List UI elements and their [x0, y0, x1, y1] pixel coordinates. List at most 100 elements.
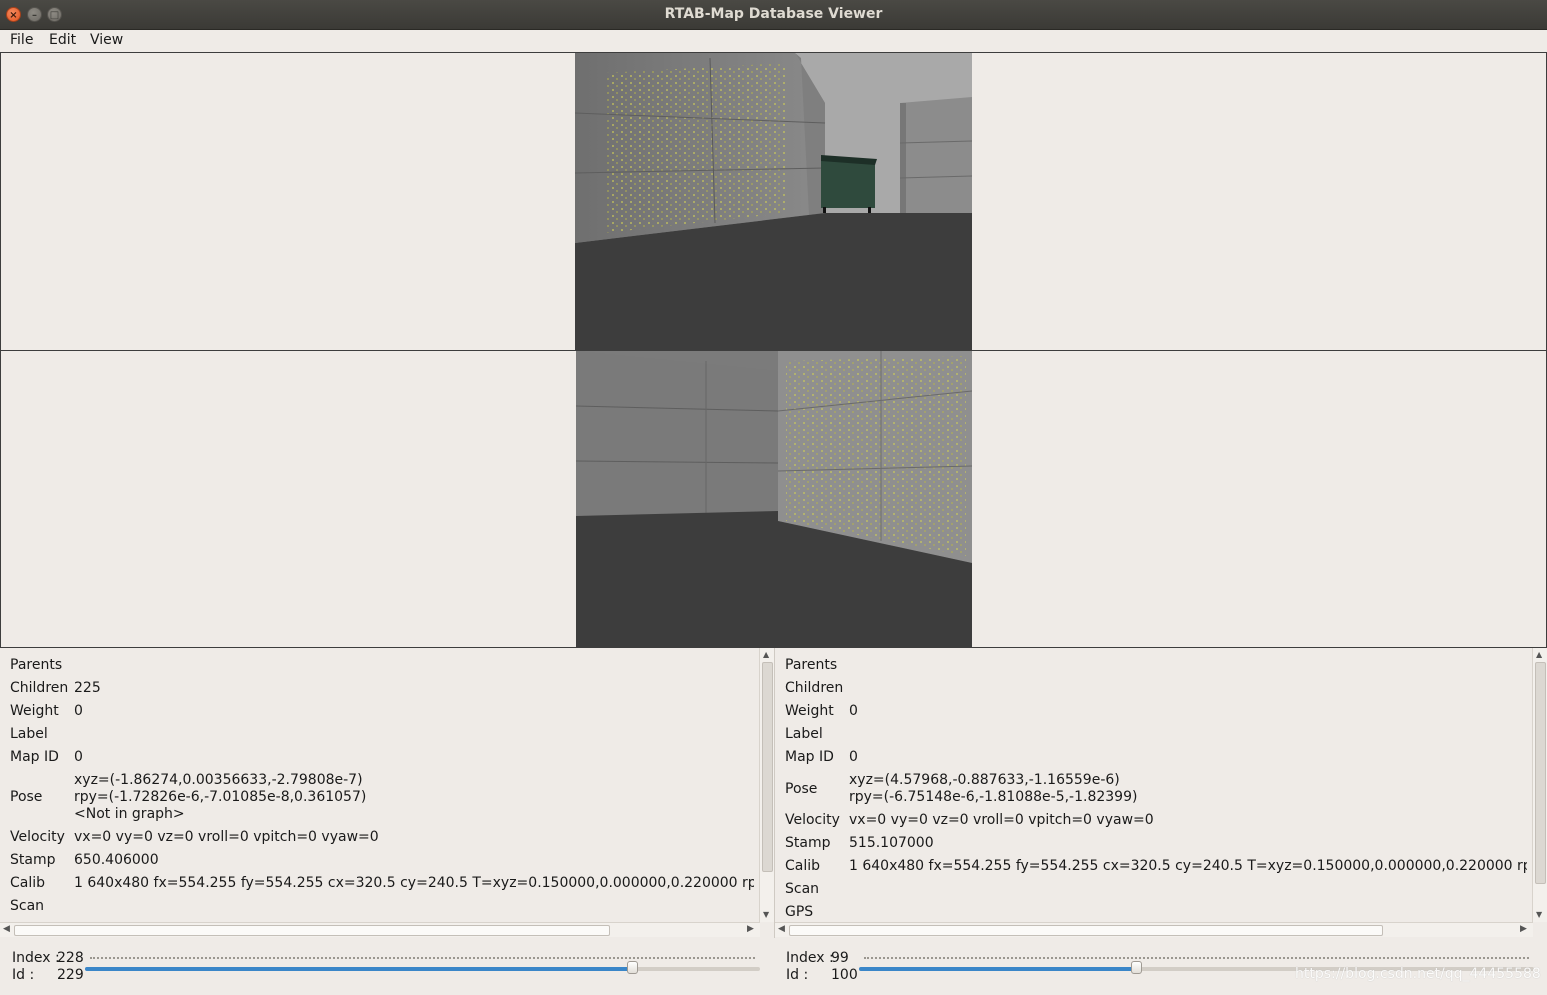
menu-view[interactable]: View [90, 32, 123, 48]
id-label: Id : [12, 967, 35, 983]
id-value: 100 [831, 967, 858, 983]
scroll-right-arrow-icon[interactable]: ▶ [1520, 924, 1527, 934]
right-image-view[interactable] [0, 350, 1547, 648]
field-label: Calib [785, 858, 821, 874]
field-label: Velocity [10, 829, 65, 845]
slider-tick-marks [864, 957, 1529, 962]
field-label: Stamp [785, 835, 831, 851]
field-value: 650.406000 [74, 852, 159, 868]
slider-fill [859, 967, 1136, 971]
field-label: Weight [785, 703, 834, 719]
id-value: 229 [57, 967, 84, 983]
field-label: Pose [10, 789, 43, 805]
field-value: 515.107000 [849, 835, 934, 851]
field-value: 0 [74, 703, 83, 719]
field-value: 225 [74, 680, 101, 696]
left-info-vertical-scrollbar[interactable]: ▲ ▼ [759, 648, 774, 922]
index-value: 228 [57, 950, 84, 966]
field-label: Label [785, 726, 823, 742]
info-row-label: Label [10, 726, 754, 749]
field-label: Map ID [10, 749, 59, 765]
index-label: Index : [786, 950, 834, 966]
info-row-children: Children [785, 680, 1527, 703]
window-title: RTAB-Map Database Viewer [664, 6, 883, 22]
info-row-weight: Weight 0 [10, 703, 754, 726]
left-image-view[interactable] [0, 52, 1547, 351]
pose-xyz: xyz=(-1.86274,0.00356633,-2.79808e-7) [74, 772, 363, 788]
info-row-stamp: Stamp 515.107000 [785, 835, 1527, 858]
info-row-pose: Pose xyz=(4.57968,-0.887633,-1.16559e-6)… [785, 772, 1527, 812]
slider-fill [85, 967, 632, 971]
info-row-scan: Scan [785, 881, 1527, 904]
info-row-parents: Parents [785, 657, 1527, 680]
field-label: Stamp [10, 852, 56, 868]
info-row-map-id: Map ID 0 [10, 749, 754, 772]
menu-bar: File Edit View [0, 30, 1547, 52]
field-label: Velocity [785, 812, 840, 828]
field-label: Map ID [785, 749, 834, 765]
dumpster-object [821, 155, 877, 213]
info-row-children: Children 225 [10, 680, 754, 703]
menu-file[interactable]: File [10, 32, 33, 48]
field-label: Weight [10, 703, 59, 719]
field-value: vx=0 vy=0 vz=0 vroll=0 vpitch=0 vyaw=0 [74, 829, 379, 845]
field-label: Calib [10, 875, 46, 891]
field-label: Children [785, 680, 844, 696]
menu-edit[interactable]: Edit [49, 32, 76, 48]
field-value: vx=0 vy=0 vz=0 vroll=0 vpitch=0 vyaw=0 [849, 812, 1154, 828]
slider-tick-marks [90, 957, 755, 962]
slider-handle[interactable] [626, 961, 638, 974]
scroll-left-arrow-icon[interactable]: ◀ [778, 924, 785, 934]
info-row-scan: Scan [10, 898, 754, 921]
field-label: Parents [10, 657, 63, 673]
scroll-down-arrow-icon[interactable]: ▼ [1536, 910, 1542, 919]
info-row-pose: Pose xyz=(-1.86274,0.00356633,-2.79808e-… [10, 772, 754, 829]
right-info-horizontal-scrollbar[interactable]: ◀ ▶ [775, 922, 1533, 937]
right-info-vertical-scrollbar[interactable]: ▲ ▼ [1532, 648, 1547, 922]
left-node-slider-area: Index : 228 Id : 229 [0, 938, 774, 995]
title-bar: × – □ RTAB-Map Database Viewer [0, 0, 1547, 30]
info-row-weight: Weight 0 [785, 703, 1527, 726]
scroll-down-arrow-icon[interactable]: ▼ [763, 910, 769, 919]
left-info-horizontal-scrollbar[interactable]: ◀ ▶ [0, 922, 760, 937]
pose-graph-status: <Not in graph> [74, 806, 185, 822]
scrollbar-thumb[interactable] [789, 925, 1383, 936]
info-row-velocity: Velocity vx=0 vy=0 vz=0 vroll=0 vpitch=0 … [785, 812, 1527, 835]
field-label: Children [10, 680, 69, 696]
info-row-calib: Calib 1 640x480 fx=554.255 fy=554.255 cx=… [10, 875, 754, 898]
field-value: 1 640x480 fx=554.255 fy=554.255 cx=320.5… [849, 858, 1527, 874]
pose-xyz: xyz=(4.57968,-0.887633,-1.16559e-6) [849, 772, 1120, 788]
scrollbar-thumb[interactable] [762, 662, 773, 872]
index-label: Index : [12, 950, 60, 966]
field-value: 0 [74, 749, 83, 765]
field-value: 0 [849, 703, 858, 719]
pose-rpy: rpy=(-1.72826e-6,-7.01085e-8,0.361057) [74, 789, 367, 805]
pose-rpy: rpy=(-6.75148e-6,-1.81088e-5,-1.82399) [849, 789, 1138, 805]
scrollbar-thumb[interactable] [1535, 662, 1546, 884]
scrollbar-thumb[interactable] [14, 925, 610, 936]
scroll-right-arrow-icon[interactable]: ▶ [747, 924, 754, 934]
field-label: Pose [785, 781, 818, 797]
scroll-up-arrow-icon[interactable]: ▲ [763, 650, 769, 659]
field-value: 1 640x480 fx=554.255 fy=554.255 cx=320.5… [74, 875, 754, 891]
field-label: Parents [785, 657, 838, 673]
info-row-label: Label [785, 726, 1527, 749]
right-node-info-panel: Parents Children Weight 0 Label Map ID 0 P… [774, 648, 1547, 938]
scroll-up-arrow-icon[interactable]: ▲ [1536, 650, 1542, 659]
left-node-slider[interactable] [85, 961, 760, 974]
info-row-calib: Calib 1 640x480 fx=554.255 fy=554.255 cx=… [785, 858, 1527, 881]
id-label: Id : [786, 967, 809, 983]
right-camera-image [576, 351, 972, 647]
scroll-left-arrow-icon[interactable]: ◀ [3, 924, 10, 934]
field-label: GPS [785, 904, 814, 920]
info-row-parents: Parents [10, 657, 754, 680]
info-row-velocity: Velocity vx=0 vy=0 vz=0 vroll=0 vpitch=0 … [10, 829, 754, 852]
field-value: 0 [849, 749, 858, 765]
watermark-text: https://blog.csdn.net/qq_44455588 [1295, 966, 1541, 982]
left-node-info-panel: Parents Children 225 Weight 0 Label Map ID… [0, 648, 774, 938]
index-value: 99 [831, 950, 849, 966]
field-label: Label [10, 726, 48, 742]
info-row-map-id: Map ID 0 [785, 749, 1527, 772]
slider-handle[interactable] [1130, 961, 1142, 974]
field-label: Scan [10, 898, 45, 914]
